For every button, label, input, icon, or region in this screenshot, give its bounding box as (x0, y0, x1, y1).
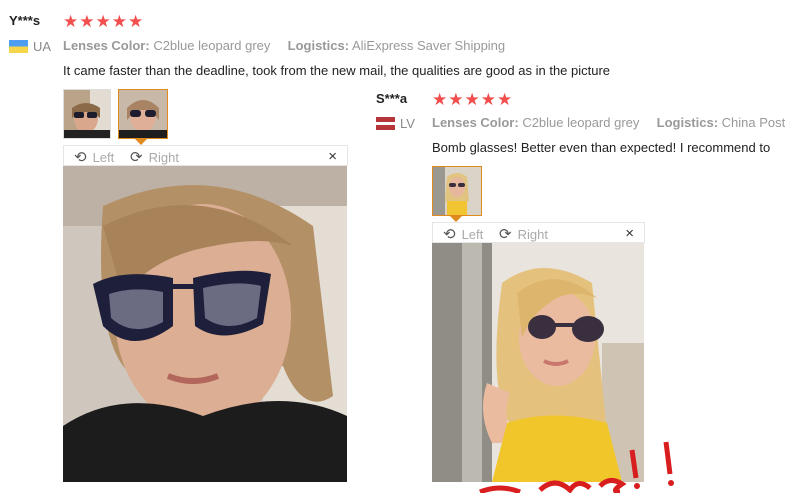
lenses-color-value: C2blue leopard grey (153, 38, 271, 53)
reviewer-name: Y***s (9, 13, 41, 28)
rotate-right-icon: ⟳ (499, 226, 512, 243)
rotate-right-icon: ⟳ (130, 149, 143, 166)
logistics-value: China Post Re (721, 115, 790, 130)
reviewer-country: LV (376, 116, 415, 131)
review-photo-thumbnail-active[interactable] (432, 166, 482, 216)
red-marker-overlay (479, 441, 674, 493)
logistics-value: AliExpress Saver Shipping (351, 38, 506, 53)
review-photo-thumbnail[interactable] (63, 89, 111, 139)
ukraine-flag-icon (9, 40, 28, 53)
latvia-flag-icon (376, 117, 395, 130)
reviewer-country: UA (9, 39, 51, 54)
star-rating: ★★★★★ (63, 12, 145, 31)
thumbnail-image (433, 167, 481, 215)
rotate-left-button[interactable]: ⟲ Left (443, 225, 483, 243)
lenses-color-label: Lenses Color: (63, 38, 150, 53)
star-rating: ★★★★★ (432, 90, 514, 109)
country-code: UA (33, 39, 52, 54)
image-viewer-toolbar: ⟲ Left ⟳ Right × (63, 145, 348, 166)
rotate-right-button[interactable]: ⟳ Right (499, 225, 548, 243)
review-attributes: Lenses Color: C2blue leopard grey Logist… (63, 38, 505, 53)
review-photo-large (63, 166, 347, 482)
logistics-label: Logistics: (656, 115, 719, 130)
country-code: LV (400, 116, 415, 131)
review-attributes: Lenses Color: C2blue leopard grey Logist… (432, 115, 790, 130)
rotate-right-button[interactable]: ⟳ Right (130, 148, 179, 166)
close-icon[interactable]: × (328, 148, 337, 165)
review-text: Bomb glasses! Better even than expected!… (432, 140, 771, 155)
selfie-photo (63, 166, 347, 482)
close-icon[interactable]: × (625, 225, 634, 242)
reviewer-name: S***a (376, 91, 408, 106)
thumbnail-image (119, 90, 167, 138)
rotate-left-icon: ⟲ (74, 149, 87, 166)
thumbnail-image (64, 90, 110, 138)
rotate-left-label: Left (92, 149, 115, 165)
rotate-left-label: Left (461, 226, 484, 242)
lenses-color-label: Lenses Color: (432, 115, 519, 130)
image-viewer-toolbar: ⟲ Left ⟳ Right × (432, 222, 645, 243)
logistics-label: Logistics: (287, 38, 350, 53)
rotate-right-label: Right (517, 226, 548, 242)
review-photo-thumbnail-active[interactable] (118, 89, 168, 139)
rotate-left-button[interactable]: ⟲ Left (74, 148, 114, 166)
rotate-left-icon: ⟲ (443, 226, 456, 243)
review-text: It came faster than the deadline, took f… (63, 63, 611, 78)
rotate-right-label: Right (148, 149, 179, 165)
lenses-color-value: C2blue leopard grey (522, 115, 640, 130)
